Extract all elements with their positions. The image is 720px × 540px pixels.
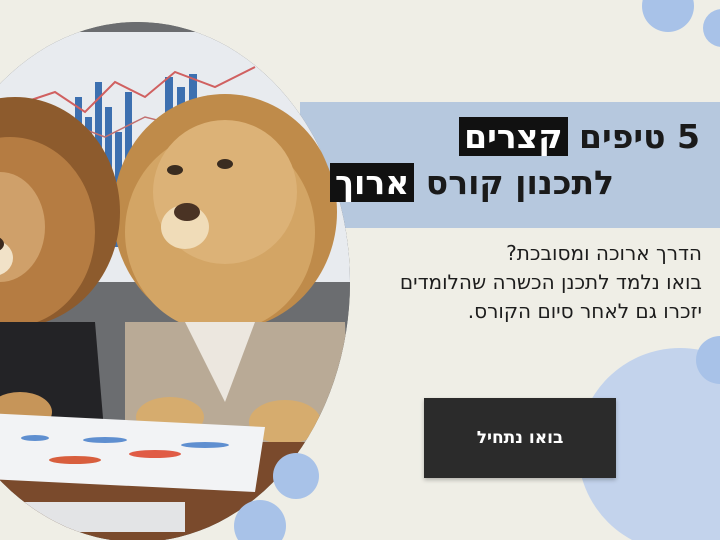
headline-line-1-prefix: 5 טיפים xyxy=(579,117,700,156)
headline-line-2: לתכנון קורס ארוך xyxy=(320,160,700,206)
headline-highlight-long: ארוך xyxy=(329,163,415,202)
body-text: הדרך ארוכה ומסובכת? בואו נלמד לתכנן הכשר… xyxy=(322,239,702,326)
promo-banner: 5 טיפים קצרים לתכנון קורס ארוך הדרך ארוכ… xyxy=(0,0,720,540)
headline-line-2-prefix: לתכנון קורס xyxy=(425,163,614,202)
headline: 5 טיפים קצרים לתכנון קורס ארוך xyxy=(320,114,700,206)
start-button[interactable]: בואו נתחיל xyxy=(424,398,616,478)
body-line-2: בואו נלמד לתכנן הכשרה שהלומדים xyxy=(399,270,702,294)
body-line-3: יזכרו גם לאחר סיום הקורס. xyxy=(467,299,702,323)
headline-highlight-short: קצרים xyxy=(459,117,568,156)
headline-line-1: 5 טיפים קצרים xyxy=(320,114,700,160)
body-line-1: הדרך ארוכה ומסובכת? xyxy=(506,241,702,265)
